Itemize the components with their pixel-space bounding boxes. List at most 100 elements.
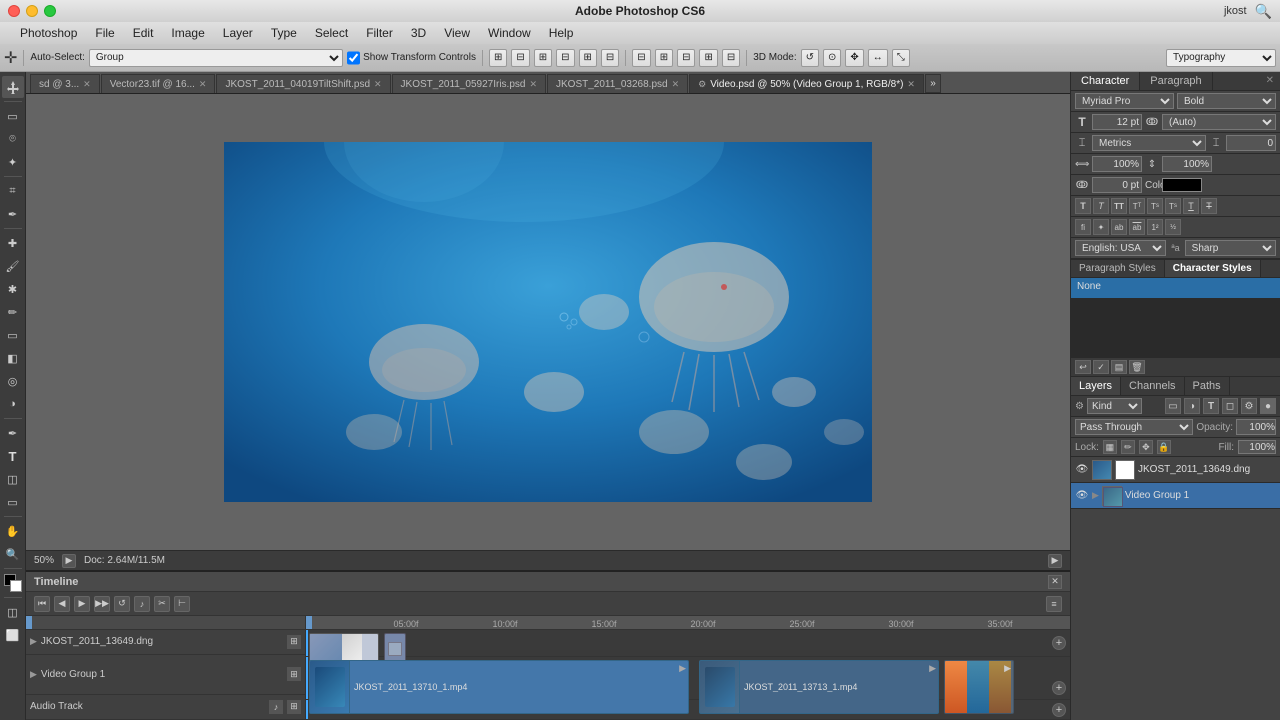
lock-pixels-btn[interactable]: ✏	[1121, 440, 1135, 454]
ordinals-btn[interactable]: ½	[1165, 219, 1181, 235]
tab-video-active[interactable]: ⚙ Video.psd @ 50% (Video Group 1, RGB/8*…	[689, 74, 924, 93]
superscript-btn[interactable]: Ts	[1147, 198, 1163, 214]
filter-toggle-btn[interactable]: ●	[1260, 398, 1276, 414]
dodge-tool[interactable]: ◑	[2, 393, 24, 415]
timeline-trim-btn[interactable]: ✂	[154, 596, 170, 612]
menu-help[interactable]: Help	[541, 24, 582, 42]
kerning-select[interactable]: MetricsOptical0	[1092, 135, 1206, 151]
paragraph-tab[interactable]: Paragraph	[1140, 72, 1212, 90]
font-family-select[interactable]: Myriad Pro	[1075, 93, 1174, 109]
add-audio-btn[interactable]: +	[1052, 703, 1066, 717]
scale-h-input[interactable]	[1092, 156, 1142, 172]
styles-undo-btn[interactable]: ↩	[1075, 360, 1091, 374]
screen-mode-btn[interactable]: ⬜	[2, 624, 24, 646]
layers-tab[interactable]: Layers	[1071, 377, 1121, 395]
selection-tool[interactable]: ▭	[2, 105, 24, 127]
filter-type-btn[interactable]: T	[1203, 398, 1219, 414]
opacity-input[interactable]	[1236, 419, 1276, 435]
antialiasing-select[interactable]: SharpCrispStrongSmooth	[1185, 240, 1276, 256]
tab-iris[interactable]: JKOST_2011_05927Iris.psd ✕	[392, 74, 546, 93]
menu-3d[interactable]: 3D	[403, 24, 434, 42]
lock-transparent-btn[interactable]: ▦	[1103, 440, 1117, 454]
align-center-h-btn[interactable]: ⊟	[511, 49, 529, 67]
layer-expand-vg1[interactable]: ▶	[1092, 490, 1099, 501]
align-bottom-btn[interactable]: ⊟	[601, 49, 619, 67]
search-icon[interactable]: 🔍	[1255, 3, 1272, 20]
strikethrough-btn[interactable]: T	[1201, 198, 1217, 214]
3d-rotate-btn[interactable]: ↺	[801, 49, 819, 67]
3d-drag-btn[interactable]: ✥	[845, 49, 863, 67]
distribute2-btn[interactable]: ⊞	[655, 49, 673, 67]
paragraph-styles-tab[interactable]: Paragraph Styles	[1071, 260, 1165, 277]
menu-edit[interactable]: Edit	[125, 24, 162, 42]
blur-tool[interactable]: ◎	[2, 370, 24, 392]
timeline-play-btn[interactable]: ▶	[1048, 554, 1062, 568]
clone-tool[interactable]: ✱	[2, 278, 24, 300]
blend-mode-select[interactable]: Pass ThroughNormalMultiply	[1075, 419, 1193, 435]
italic-btn[interactable]: T	[1093, 198, 1109, 214]
underline-btn[interactable]: T	[1183, 198, 1199, 214]
channels-tab[interactable]: Channels	[1121, 377, 1184, 395]
filter-adjust-btn[interactable]: ◑	[1184, 398, 1200, 414]
align-center-v-btn[interactable]: ⊞	[579, 49, 597, 67]
brush-tool[interactable]: 🖌	[2, 255, 24, 277]
gradient-tool[interactable]: ◧	[2, 347, 24, 369]
lock-all-btn[interactable]: 🔒	[1157, 440, 1171, 454]
layer-item-dng[interactable]: 👁 JKOST_2011_13649.dng	[1071, 457, 1280, 483]
menu-select[interactable]: Select	[307, 24, 356, 42]
layer-item-vg1[interactable]: 👁 ▶ Video Group 1	[1071, 483, 1280, 509]
tab-close-icon[interactable]: ✕	[672, 79, 680, 90]
char-panel-close[interactable]: ✕	[1260, 72, 1280, 90]
app-name-menu[interactable]: Photoshop	[12, 24, 85, 42]
crop-tool[interactable]: ⌗	[2, 180, 24, 202]
discretionary-btn[interactable]: ab	[1111, 219, 1127, 235]
history-tool[interactable]: ✏	[2, 301, 24, 323]
add-track-2-btn[interactable]: +	[1052, 681, 1066, 695]
old-style-btn[interactable]: ab	[1129, 219, 1145, 235]
text-tool[interactable]: T	[2, 445, 24, 467]
frac-widths-btn[interactable]: fi	[1075, 219, 1091, 235]
subscript-btn[interactable]: Ts	[1165, 198, 1181, 214]
3d-roll-btn[interactable]: ⊙	[823, 49, 841, 67]
move-tool[interactable]	[2, 76, 24, 98]
track-options-dng[interactable]: ⊞	[287, 635, 301, 649]
timeline-audio-btn[interactable]: ♪	[134, 596, 150, 612]
show-transform-checkbox[interactable]	[347, 49, 360, 67]
tab-close-icon[interactable]: ✕	[374, 79, 382, 90]
timeline-step-back-btn[interactable]: ◀	[54, 596, 70, 612]
distribute3-btn[interactable]: ⊟	[677, 49, 695, 67]
magic-wand-tool[interactable]: ✦	[2, 151, 24, 173]
maximize-button[interactable]	[44, 5, 56, 17]
font-size-input[interactable]	[1092, 114, 1142, 130]
bold-btn[interactable]: T	[1075, 198, 1091, 214]
distribute-btn[interactable]: ⊟	[632, 49, 650, 67]
std-ligatures-btn[interactable]: ✦	[1093, 219, 1109, 235]
menu-file[interactable]: File	[87, 24, 122, 42]
auto-select-dropdown[interactable]: GroupLayer	[89, 49, 343, 67]
workspace-select[interactable]: TypographyEssentialsPainting	[1166, 49, 1276, 67]
shape-tool[interactable]: ▭	[2, 491, 24, 513]
minimize-button[interactable]	[26, 5, 38, 17]
menu-window[interactable]: Window	[480, 24, 539, 42]
timeline-split-btn[interactable]: ⊢	[174, 596, 190, 612]
color-swatch[interactable]	[1162, 178, 1202, 192]
fill-input[interactable]	[1238, 440, 1276, 454]
filter-shape-btn[interactable]: ◻	[1222, 398, 1238, 414]
timeline-step-forward-btn[interactable]: ▶▶	[94, 596, 110, 612]
menu-layer[interactable]: Layer	[215, 24, 261, 42]
track-expand-dng[interactable]: ▶	[30, 636, 37, 647]
align-left-btn[interactable]: ⊞	[489, 49, 507, 67]
track-options-vg1[interactable]: ⊞	[287, 667, 301, 681]
hand-tool[interactable]: ✋	[2, 520, 24, 542]
styles-confirm-btn[interactable]: ✓	[1093, 360, 1109, 374]
tab-close-icon[interactable]: ✕	[199, 79, 207, 90]
zoom-tool[interactable]: 🔍	[2, 543, 24, 565]
pen-tool[interactable]: ✒	[2, 422, 24, 444]
status-nav-btn[interactable]: ▶	[62, 554, 76, 568]
language-select[interactable]: English: USA	[1075, 240, 1166, 256]
scale-v-input[interactable]	[1162, 156, 1212, 172]
smallcaps-btn[interactable]: TT	[1129, 198, 1145, 214]
audio-options-btn[interactable]: ⊞	[287, 700, 301, 714]
layer-eye-dng[interactable]: 👁	[1075, 463, 1089, 477]
none-style-item[interactable]: None	[1075, 280, 1276, 293]
